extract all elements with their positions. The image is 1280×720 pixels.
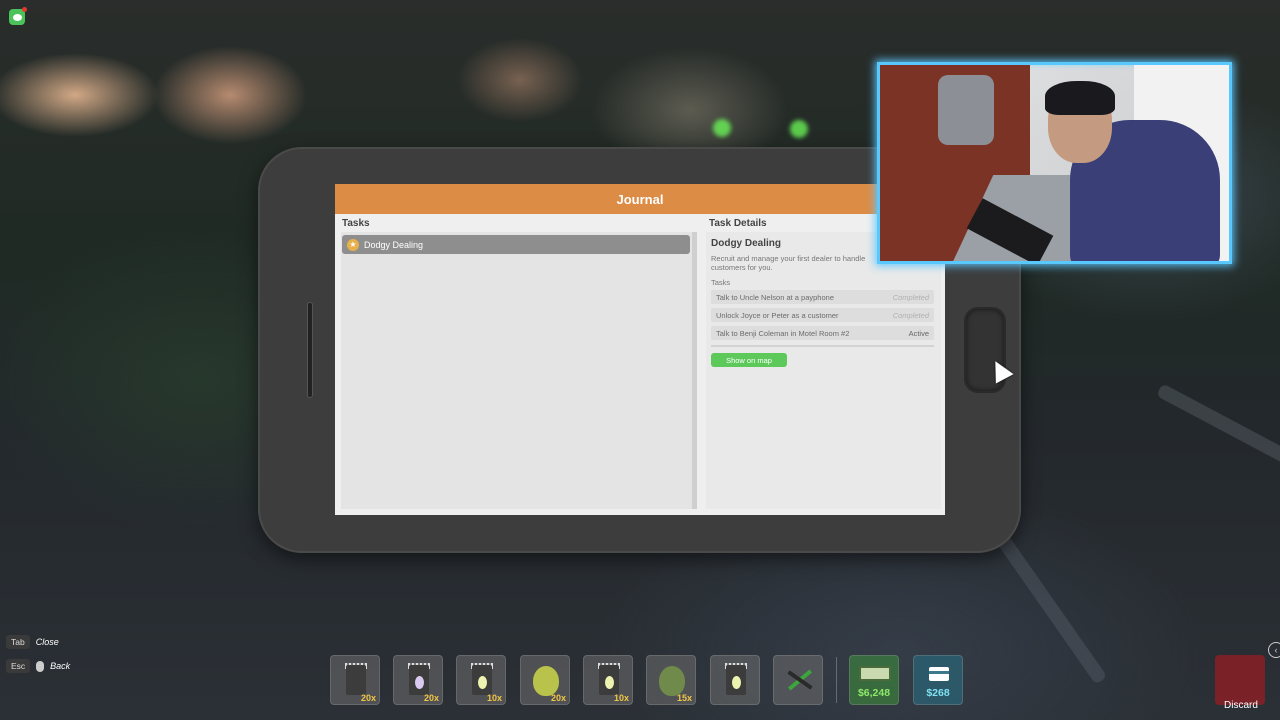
hotbar-slot-7[interactable]	[710, 655, 760, 705]
leaf-icon	[659, 666, 685, 696]
subtasks-divider	[711, 345, 934, 347]
cash-amount: $6,248	[857, 687, 891, 699]
subtask-row: Talk to Benji Coleman in Motel Room #2 A…	[711, 326, 934, 340]
background-light	[790, 120, 808, 138]
road-marking	[992, 529, 1108, 685]
leaf-icon	[533, 666, 559, 696]
cash-icon	[859, 666, 891, 681]
messages-icon[interactable]	[9, 7, 27, 25]
subtask-label: Talk to Benji Coleman in Motel Room #2	[716, 328, 850, 338]
subtask-row: Talk to Uncle Nelson at a payphone Compl…	[711, 290, 934, 304]
webcam-overlay	[877, 62, 1232, 264]
star-badge-icon: ★	[347, 238, 359, 251]
slot-quantity: 15x	[676, 693, 692, 703]
subtasks-heading: Tasks	[711, 278, 731, 287]
hotbar-slot-4[interactable]: 20x	[520, 655, 570, 705]
cash-slot[interactable]: $6,248	[849, 655, 899, 705]
slot-quantity: 10x	[486, 693, 502, 703]
bank-amount: $268	[926, 687, 950, 699]
task-item-dodgy-dealing[interactable]: ★ Dodgy Dealing	[342, 235, 690, 254]
hotbar-slot-8[interactable]	[773, 655, 823, 705]
slot-quantity: 10x	[613, 693, 629, 703]
subtask-status: Completed	[892, 292, 929, 302]
webcam-chair	[938, 75, 994, 145]
task-details-panel: Dodgy Dealing Recruit and manage your fi…	[706, 232, 941, 509]
journal-app: Journal Tasks Task Details ★ Dodgy Deali…	[335, 184, 945, 515]
discard-label: Discard	[1224, 700, 1258, 711]
road-marking	[1156, 383, 1280, 471]
subtask-status: Active	[908, 328, 929, 338]
phone-side-button	[307, 302, 313, 398]
discard-slot[interactable]	[1215, 655, 1265, 705]
esc-key: Esc	[6, 659, 31, 673]
slot-quantity: 20x	[423, 693, 439, 703]
hotbar-slot-6[interactable]: 15x	[646, 655, 696, 705]
hotbar-slot-1[interactable]: 20x	[330, 655, 380, 705]
webcam-person-hair	[1045, 81, 1115, 115]
hotbar-slot-5[interactable]: 10x	[583, 655, 633, 705]
tasks-list: ★ Dodgy Dealing	[341, 232, 697, 509]
journal-title: Journal	[616, 191, 664, 207]
hint-close-label: Close	[35, 637, 59, 647]
slot-quantity: 20x	[550, 693, 566, 703]
notification-dot	[22, 7, 27, 12]
tab-key: Tab	[6, 635, 30, 649]
show-on-map-button[interactable]: Show on map	[711, 353, 787, 367]
hotbar-divider	[836, 657, 837, 703]
task-detail-title: Dodgy Dealing	[711, 238, 782, 249]
subtask-label: Unlock Joyce or Peter as a customer	[716, 310, 839, 320]
task-item-label: Dodgy Dealing	[364, 239, 424, 250]
tasks-heading: Tasks	[342, 218, 370, 229]
card-icon	[929, 667, 949, 681]
hotbar-slot-2[interactable]: 20x	[393, 655, 443, 705]
hotbar-slot-3[interactable]: 10x	[456, 655, 506, 705]
tasks-scrollbar[interactable]	[692, 232, 697, 509]
subtask-status: Completed	[892, 310, 929, 320]
slot-quantity: 20x	[360, 693, 376, 703]
task-detail-description: Recruit and manage your first dealer to …	[711, 254, 866, 272]
bank-slot[interactable]: $268	[913, 655, 963, 705]
subtask-row: Unlock Joyce or Peter as a customer Comp…	[711, 308, 934, 322]
journal-header: Journal	[335, 184, 945, 214]
hint-close: Tab Close	[6, 635, 59, 649]
mouse-icon	[36, 660, 45, 672]
hint-back: Esc Back	[6, 659, 70, 673]
task-details-heading: Task Details	[709, 218, 767, 229]
hint-back-label: Back	[50, 661, 71, 671]
background-light	[713, 119, 731, 137]
chevron-left-icon[interactable]: ‹	[1268, 642, 1280, 658]
subtask-label: Talk to Uncle Nelson at a payphone	[716, 292, 834, 302]
